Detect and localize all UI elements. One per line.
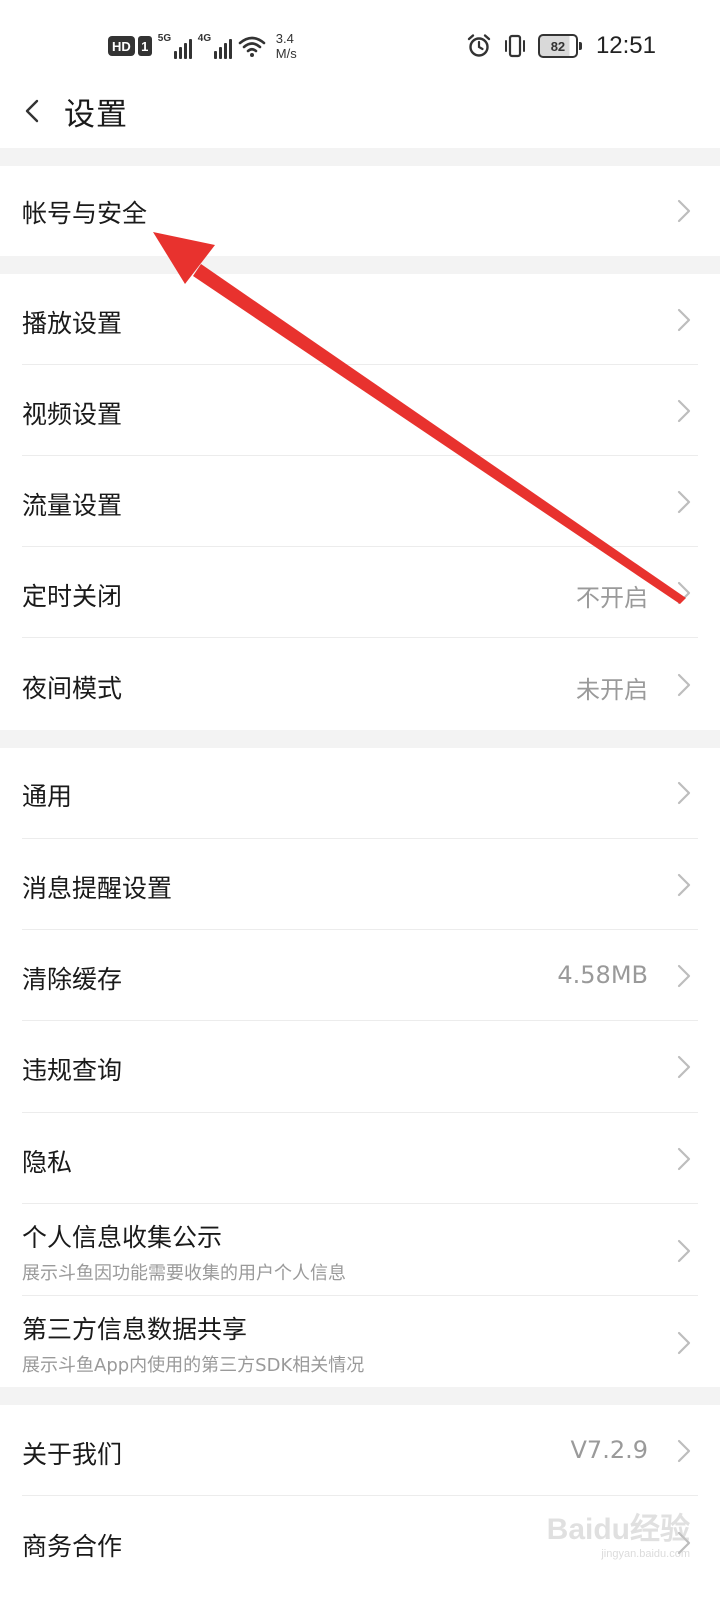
header: 设置 — [0, 70, 720, 152]
settings-item-clear-cache[interactable]: 清除缓存 4.58MB — [0, 930, 720, 1021]
chevron-right-icon — [677, 964, 691, 988]
alarm-icon — [467, 34, 491, 57]
settings-item-label: 通用 — [22, 782, 73, 811]
wifi-icon — [238, 36, 266, 57]
signal-4g-icon: 4G — [198, 33, 232, 59]
clock: 12:51 — [595, 32, 656, 59]
section-divider — [0, 256, 720, 274]
section-divider — [0, 730, 720, 748]
settings-item-label: 违规查询 — [22, 1056, 123, 1085]
chevron-right-icon — [677, 399, 691, 423]
battery-icon: 82 — [537, 34, 582, 58]
chevron-right-icon — [677, 490, 691, 514]
hd-badge: HD — [108, 36, 135, 56]
settings-item-timer-off[interactable]: 定时关闭 不开启 — [0, 547, 720, 638]
settings-item-label: 个人信息收集公示 — [22, 1223, 223, 1252]
signal-5g-icon: 5G — [158, 33, 192, 59]
settings-item-traffic[interactable]: 流量设置 — [0, 456, 720, 547]
settings-item-account-security[interactable]: 帐号与安全 — [0, 166, 720, 256]
settings-item-message-reminder[interactable]: 消息提醒设置 — [0, 839, 720, 930]
page-title: 设置 — [64, 96, 128, 133]
battery-level: 82 — [537, 34, 578, 58]
settings-item-third-party[interactable]: 第三方信息数据共享 展示斗鱼App内使用的第三方SDK相关情况 — [0, 1296, 720, 1387]
settings-item-label: 第三方信息数据共享 — [22, 1315, 248, 1344]
section-divider — [0, 1387, 720, 1405]
settings-item-subtitle: 展示斗鱼App内使用的第三方SDK相关情况 — [22, 1355, 365, 1376]
settings-item-label: 商务合作 — [22, 1532, 123, 1561]
settings-item-privacy[interactable]: 隐私 — [0, 1113, 720, 1204]
status-right: 82 12:51 — [466, 26, 656, 66]
chevron-right-icon — [677, 673, 691, 697]
status-left: HD 1 5G 4G 3.4 M/s — [108, 28, 297, 64]
settings-item-label: 定时关闭 — [22, 582, 123, 611]
chevron-right-icon — [677, 199, 691, 223]
settings-item-personal-info[interactable]: 个人信息收集公示 展示斗鱼因功能需要收集的用户个人信息 — [0, 1204, 720, 1296]
settings-item-value: 未开启 — [576, 676, 648, 704]
chevron-right-icon — [677, 1055, 691, 1079]
chevron-right-icon — [677, 1239, 691, 1263]
settings-item-label: 帐号与安全 — [22, 199, 148, 228]
settings-item-value: V7.2.9 — [570, 1436, 648, 1464]
settings-item-violation-query[interactable]: 违规查询 — [0, 1021, 720, 1113]
net-speed: 3.4 M/s — [276, 31, 297, 61]
settings-item-label: 流量设置 — [22, 491, 123, 520]
settings-item-general[interactable]: 通用 — [0, 748, 720, 839]
settings-item-label: 清除缓存 — [22, 965, 123, 994]
settings-item-label: 夜间模式 — [22, 674, 123, 703]
settings-item-value: 不开启 — [576, 584, 648, 612]
chevron-right-icon — [677, 308, 691, 332]
settings-item-video[interactable]: 视频设置 — [0, 365, 720, 456]
chevron-right-icon — [677, 1531, 691, 1555]
signal-5g-label: 5G — [157, 33, 172, 44]
settings-item-label: 播放设置 — [22, 309, 123, 338]
chevron-left-icon — [25, 99, 39, 123]
chevron-right-icon — [677, 581, 691, 605]
chevron-right-icon — [677, 873, 691, 897]
vibrate-icon — [504, 34, 525, 58]
settings-item-about-us[interactable]: 关于我们 V7.2.9 — [0, 1405, 720, 1496]
back-button[interactable] — [0, 79, 64, 143]
settings-item-value: 4.58MB — [557, 961, 648, 989]
net-speed-unit: M/s — [275, 46, 297, 61]
settings-item-night-mode[interactable]: 夜间模式 未开启 — [0, 638, 720, 730]
settings-item-label: 关于我们 — [22, 1440, 123, 1469]
net-speed-value: 3.4 — [275, 31, 294, 46]
settings-item-playback[interactable]: 播放设置 — [0, 274, 720, 365]
signal-4g-label: 4G — [197, 33, 212, 44]
settings-item-business[interactable]: 商务合作 — [0, 1496, 720, 1600]
chevron-right-icon — [677, 1147, 691, 1171]
chevron-right-icon — [677, 1331, 691, 1355]
section-divider — [0, 148, 720, 166]
chevron-right-icon — [677, 781, 691, 805]
settings-item-label: 视频设置 — [22, 400, 123, 429]
settings-screen: HD 1 5G 4G 3.4 M/s 82 12:51 设置 帐号与安全 播放设… — [0, 0, 720, 1600]
settings-item-label: 消息提醒设置 — [22, 874, 173, 903]
chevron-right-icon — [677, 1439, 691, 1463]
settings-item-label: 隐私 — [22, 1148, 73, 1177]
settings-item-subtitle: 展示斗鱼因功能需要收集的用户个人信息 — [22, 1263, 346, 1284]
sim-badge: 1 — [137, 36, 152, 56]
